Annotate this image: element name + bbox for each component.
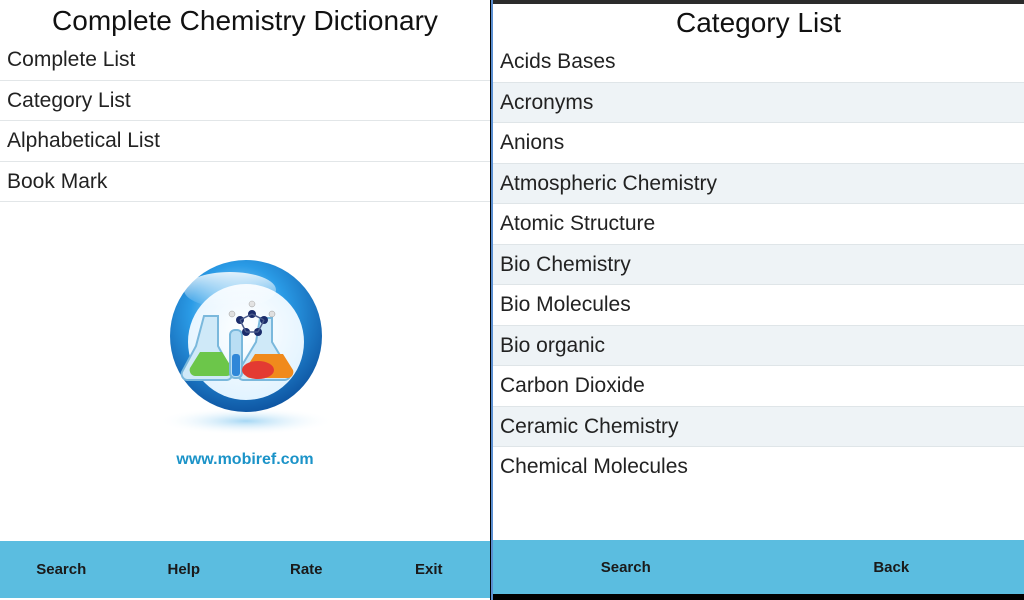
menu-item-book-mark[interactable]: Book Mark bbox=[0, 162, 490, 202]
category-list-screen: Category List Acids Bases Acronyms Anion… bbox=[491, 0, 1024, 600]
category-item-ceramic-chemistry[interactable]: Ceramic Chemistry bbox=[493, 406, 1024, 447]
main-menu-list: Complete List Category List Alphabetical… bbox=[0, 40, 490, 202]
app-title: Complete Chemistry Dictionary bbox=[52, 5, 438, 36]
category-item-atomic-structure[interactable]: Atomic Structure bbox=[493, 204, 1024, 245]
category-item-bio-chemistry[interactable]: Bio Chemistry bbox=[493, 244, 1024, 285]
main-menu-screen: Complete Chemistry Dictionary Complete L… bbox=[0, 0, 490, 600]
category-item-chemical-molecules[interactable]: Chemical Molecules bbox=[493, 447, 1024, 488]
search-button[interactable]: Search bbox=[493, 559, 759, 576]
category-toolbar: Search Back bbox=[493, 540, 1024, 594]
category-item-anions[interactable]: Anions bbox=[493, 123, 1024, 164]
main-toolbar: Search Help Rate Exit bbox=[0, 541, 490, 598]
menu-item-complete-list[interactable]: Complete List bbox=[0, 40, 490, 81]
help-button[interactable]: Help bbox=[123, 561, 246, 578]
menu-item-alphabetical-list[interactable]: Alphabetical List bbox=[0, 121, 490, 162]
chemistry-flasks-globe-icon bbox=[148, 258, 344, 438]
category-item-atmospheric-chemistry[interactable]: Atmospheric Chemistry bbox=[493, 163, 1024, 204]
website-link[interactable]: www.mobiref.com bbox=[0, 451, 490, 469]
category-item-acids-bases[interactable]: Acids Bases bbox=[493, 42, 1024, 83]
category-item-acronyms[interactable]: Acronyms bbox=[493, 82, 1024, 123]
category-item-carbon-dioxide[interactable]: Carbon Dioxide bbox=[493, 366, 1024, 407]
category-item-bio-organic[interactable]: Bio organic bbox=[493, 325, 1024, 366]
search-button[interactable]: Search bbox=[0, 561, 123, 578]
rate-button[interactable]: Rate bbox=[245, 561, 368, 578]
page-title: Category List bbox=[676, 7, 841, 38]
category-list: Acids Bases Acronyms Anions Atmospheric … bbox=[493, 42, 1024, 488]
back-button[interactable]: Back bbox=[759, 559, 1024, 576]
exit-button[interactable]: Exit bbox=[368, 561, 491, 578]
category-item-bio-molecules[interactable]: Bio Molecules bbox=[493, 285, 1024, 326]
menu-item-category-list[interactable]: Category List bbox=[0, 81, 490, 121]
nav-strip bbox=[493, 594, 1024, 600]
